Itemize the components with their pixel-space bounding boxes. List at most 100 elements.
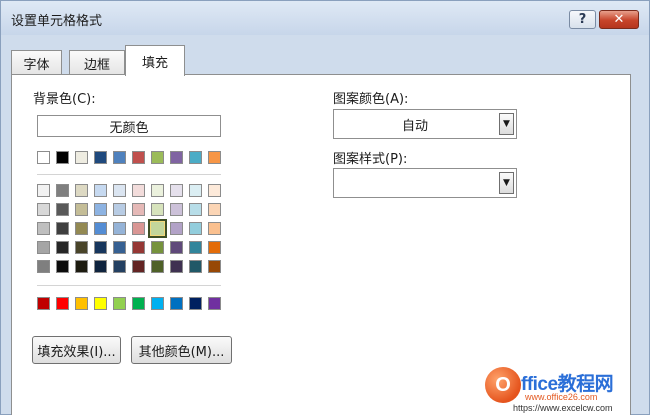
tab-border-label: 边框: [83, 57, 110, 73]
tint-swatch[interactable]: [75, 184, 88, 197]
tint-swatch[interactable]: [151, 184, 164, 197]
tint-swatch[interactable]: [94, 241, 107, 254]
tint-swatch[interactable]: [189, 203, 202, 216]
tint-swatch[interactable]: [170, 203, 183, 216]
tint-swatch[interactable]: [37, 241, 50, 254]
tint-swatch[interactable]: [37, 260, 50, 273]
pattern-color-value: 自动: [401, 118, 428, 134]
tint-swatch[interactable]: [94, 260, 107, 273]
tint-swatch[interactable]: [56, 203, 69, 216]
tint-swatch[interactable]: [208, 222, 221, 235]
tint-swatch[interactable]: [170, 241, 183, 254]
standard-color-swatch[interactable]: [37, 297, 50, 310]
tint-swatch[interactable]: [132, 260, 145, 273]
tint-swatch[interactable]: [37, 222, 50, 235]
no-color-button[interactable]: 无颜色: [37, 115, 221, 137]
tint-swatch[interactable]: [56, 260, 69, 273]
tint-swatch[interactable]: [56, 184, 69, 197]
tint-swatch[interactable]: [189, 260, 202, 273]
standard-color-swatch[interactable]: [208, 297, 221, 310]
theme-color-swatch[interactable]: [113, 151, 126, 164]
standard-color-swatch[interactable]: [75, 297, 88, 310]
more-colors-button[interactable]: 其他颜色(M)...: [131, 336, 232, 364]
tint-swatch[interactable]: [37, 203, 50, 216]
tint-swatch[interactable]: [75, 241, 88, 254]
fill-effects-button[interactable]: 填充效果(I)...: [32, 336, 121, 364]
theme-color-swatch[interactable]: [56, 151, 69, 164]
theme-color-swatch[interactable]: [75, 151, 88, 164]
tint-swatch[interactable]: [94, 184, 107, 197]
standard-color-swatch[interactable]: [94, 297, 107, 310]
standard-color-swatch[interactable]: [151, 297, 164, 310]
tint-swatch[interactable]: [151, 203, 164, 216]
tab-border[interactable]: 边框: [69, 50, 125, 75]
watermark-url-secondary: https://www.excelcw.com: [513, 403, 613, 413]
tint-swatch[interactable]: [132, 184, 145, 197]
tint-swatch[interactable]: [170, 260, 183, 273]
pattern-color-select[interactable]: 自动 ▼: [333, 109, 517, 139]
palette-separator-top: [37, 174, 221, 175]
close-button[interactable]: ✕: [599, 10, 639, 29]
tab-fill[interactable]: 填充: [125, 45, 185, 76]
tint-swatch[interactable]: [208, 184, 221, 197]
tab-font-label: 字体: [23, 57, 50, 73]
tint-swatch[interactable]: [148, 219, 167, 238]
pattern-style-select[interactable]: ▼: [333, 168, 517, 198]
theme-color-swatch[interactable]: [151, 151, 164, 164]
standard-color-swatch[interactable]: [132, 297, 145, 310]
format-cells-dialog: 设置单元格格式 ? ✕ 字体 边框 填充 背景色(C): 无颜色 填充效果(I)…: [0, 0, 650, 415]
tab-fill-label: 填充: [141, 55, 168, 71]
dialog-title: 设置单元格格式: [11, 14, 103, 29]
pattern-style-label: 图案样式(P):: [333, 152, 408, 167]
tint-swatch[interactable]: [170, 222, 183, 235]
tint-swatch[interactable]: [56, 222, 69, 235]
tint-swatch[interactable]: [132, 222, 145, 235]
tint-swatch[interactable]: [113, 184, 126, 197]
tint-swatch[interactable]: [132, 241, 145, 254]
tint-swatch[interactable]: [113, 222, 126, 235]
pattern-color-label: 图案颜色(A):: [333, 92, 409, 107]
site-watermark: O ffice教程网 www.office26.com https://www.…: [479, 363, 650, 415]
tint-swatch[interactable]: [151, 260, 164, 273]
pattern-style-dropdown-icon[interactable]: ▼: [499, 172, 514, 194]
theme-color-swatch[interactable]: [170, 151, 183, 164]
standard-color-swatch[interactable]: [189, 297, 202, 310]
theme-color-swatch[interactable]: [189, 151, 202, 164]
tab-strip: 字体 边框 填充: [11, 45, 641, 76]
title-bar: 设置单元格格式 ? ✕: [1, 1, 649, 35]
more-colors-label: 其他颜色(M)...: [138, 344, 225, 360]
tint-swatch[interactable]: [113, 260, 126, 273]
standard-color-swatch[interactable]: [113, 297, 126, 310]
help-icon: ?: [578, 12, 587, 27]
tint-swatch[interactable]: [132, 203, 145, 216]
office-logo-icon: O: [485, 367, 521, 403]
tint-swatch[interactable]: [75, 222, 88, 235]
tab-font[interactable]: 字体: [11, 50, 62, 75]
pattern-color-dropdown-icon[interactable]: ▼: [499, 113, 514, 135]
tint-swatch[interactable]: [189, 222, 202, 235]
tint-swatch[interactable]: [189, 184, 202, 197]
tint-swatch[interactable]: [94, 203, 107, 216]
standard-color-swatch[interactable]: [170, 297, 183, 310]
fill-effects-label: 填充效果(I)...: [37, 344, 116, 360]
tint-swatch[interactable]: [170, 184, 183, 197]
tint-swatch[interactable]: [208, 203, 221, 216]
tint-swatch[interactable]: [113, 241, 126, 254]
theme-color-swatch[interactable]: [37, 151, 50, 164]
help-button[interactable]: ?: [569, 10, 596, 29]
tint-swatch[interactable]: [189, 241, 202, 254]
tint-swatch[interactable]: [75, 260, 88, 273]
tint-swatch[interactable]: [208, 260, 221, 273]
tint-swatch[interactable]: [37, 184, 50, 197]
theme-color-swatch[interactable]: [132, 151, 145, 164]
tint-swatch[interactable]: [75, 203, 88, 216]
theme-color-swatch[interactable]: [94, 151, 107, 164]
tint-swatch[interactable]: [208, 241, 221, 254]
theme-color-swatch[interactable]: [208, 151, 221, 164]
tint-swatch[interactable]: [94, 222, 107, 235]
tint-swatch[interactable]: [151, 241, 164, 254]
tint-swatch[interactable]: [56, 241, 69, 254]
watermark-url-primary: www.office26.com: [525, 392, 598, 402]
tint-swatch[interactable]: [113, 203, 126, 216]
standard-color-swatch[interactable]: [56, 297, 69, 310]
